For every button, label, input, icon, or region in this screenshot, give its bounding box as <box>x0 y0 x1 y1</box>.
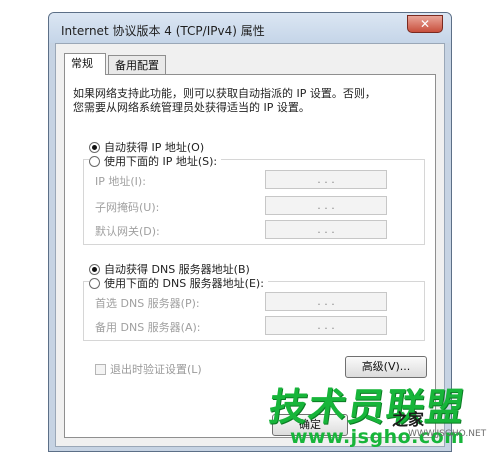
ip-address-input[interactable]: . . . <box>265 170 387 189</box>
preferred-dns-input[interactable]: . . . <box>265 292 387 311</box>
window-title: Internet 协议版本 4 (TCP/IPv4) 属性 <box>61 24 265 38</box>
ip-manual-label: 使用下面的 IP 地址(S): <box>104 155 218 168</box>
tab-alternate-config[interactable]: 备用配置 <box>108 55 166 75</box>
advanced-button[interactable]: 高级(V)... <box>345 356 427 378</box>
title-bar[interactable]: Internet 协议版本 4 (TCP/IPv4) 属性 ✕ <box>49 13 451 43</box>
validate-on-exit-checkbox[interactable]: 退出时验证设置(L) <box>95 361 202 377</box>
dns-manual-radio[interactable]: 使用下面的 DNS 服务器地址(E): <box>89 275 268 291</box>
preferred-dns-label: 首选 DNS 服务器(P): <box>95 297 200 310</box>
radio-selected-icon <box>89 141 100 153</box>
validate-on-exit-label: 退出时验证设置(L) <box>110 363 202 376</box>
default-gateway-label: 默认网关(D): <box>95 225 160 238</box>
radio-unselected-icon <box>89 277 100 289</box>
default-gateway-input[interactable]: . . . <box>265 220 387 239</box>
close-icon: ✕ <box>419 17 431 31</box>
ip-address-label: IP 地址(I): <box>95 175 146 188</box>
dns-manual-label: 使用下面的 DNS 服务器地址(E): <box>104 277 264 290</box>
close-button[interactable]: ✕ <box>407 15 443 33</box>
subnet-mask-input[interactable]: . . . <box>265 196 387 215</box>
tab-general[interactable]: 常规 <box>64 53 106 75</box>
subnet-mask-label: 子网掩码(U): <box>95 201 160 214</box>
description-text: 如果网络支持此功能，则可以获取自动指派的 IP 设置。否则， 您需要从网络系统管… <box>73 87 376 115</box>
watermark-brand: 技术员联盟 <box>266 385 468 429</box>
alternate-dns-input[interactable]: . . . <box>265 316 387 335</box>
watermark-faint-url: WWW.JSGHO.NET <box>408 429 487 439</box>
description-line-2: 您需要从网络系统管理员处获得适当的 IP 设置。 <box>73 101 310 114</box>
checkbox-icon <box>95 363 106 375</box>
description-line-1: 如果网络支持此功能，则可以获取自动指派的 IP 设置。否则， <box>73 87 376 100</box>
radio-unselected-icon <box>89 155 100 167</box>
radio-selected-icon <box>89 263 100 275</box>
ip-manual-radio[interactable]: 使用下面的 IP 地址(S): <box>89 153 222 169</box>
alternate-dns-label: 备用 DNS 服务器(A): <box>95 321 201 334</box>
